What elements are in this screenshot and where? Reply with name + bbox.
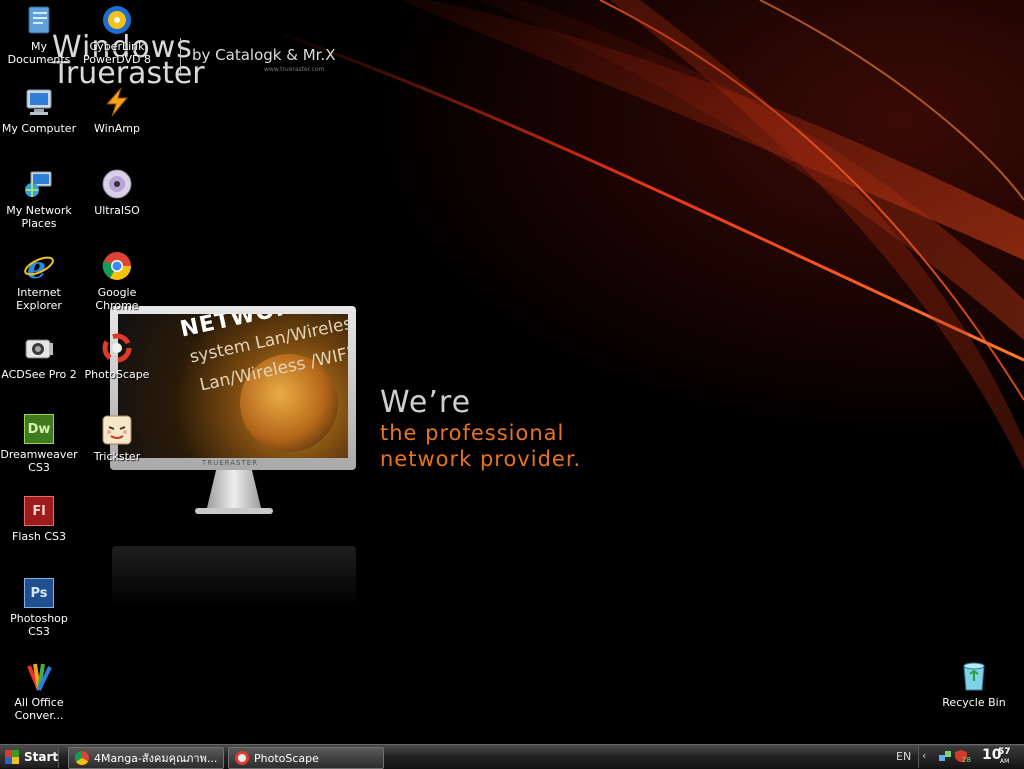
start-button-label: Start [24,750,59,764]
desktop-icon-label: My Network Places [6,204,72,230]
desktop-icon-label: Dreamweaver CS3 [0,448,78,474]
trickster-icon [101,414,133,446]
chrome-icon [75,751,89,765]
folder-documents-icon [23,4,55,36]
desktop-icon-label: WinAmp [94,122,140,135]
dreamweaver-icon: Dw [24,414,54,444]
language-indicator[interactable]: EN [896,750,911,763]
desktop-icon-my-network-places[interactable]: My Network Places [0,168,78,230]
desktop-icon-all-office-converter[interactable]: All Office Conver... [0,660,78,722]
desktop-icon-label: UltraISO [94,204,140,217]
tray-badge: 28 [962,756,971,764]
network-status-icon[interactable] [938,749,952,763]
tagline-professional: the professional [380,421,565,445]
desktop-icon-photoshop[interactable]: Ps Photoshop CS3 [0,578,78,638]
network-icon [23,168,55,200]
windows-flag-icon [5,750,19,764]
desktop-icon-internet-explorer[interactable]: e Internet Explorer [0,250,78,312]
chrome-icon [101,250,133,282]
desktop-icon-label: ACDSee Pro 2 [1,368,77,381]
computer-icon [23,86,55,118]
taskbar-button-label: 4Manga-สังคมคุณภาพ... [94,752,218,765]
desktop-icon-label: PhotoScape [84,368,150,381]
disc-icon [101,168,133,200]
winamp-icon [101,86,133,118]
desktop-icon-winamp[interactable]: WinAmp [78,86,156,135]
brand-by-text: by Catalogk & Mr.X [192,46,336,64]
office-converter-icon [23,660,55,692]
tagline-network-provider: network provider. [380,447,582,471]
monitor-brand-label: TRUERASTER [202,459,259,467]
photoscape-icon [235,751,249,765]
desktop-icon-my-documents[interactable]: My Documents [0,4,78,66]
desktop-icon-label: Flash CS3 [12,530,66,543]
desktop-icon-ultraiso[interactable]: UltraISO [78,168,156,217]
photoshop-icon: Ps [24,578,54,608]
brand-url-text: www.trueraster.com [264,66,325,73]
monitor-stand-base [195,508,273,514]
taskbar-button-photoscape[interactable]: PhotoScape [228,747,384,769]
desktop-icon-my-computer[interactable]: My Computer [0,86,78,135]
internet-explorer-icon: e [23,250,55,282]
clock-minute: 57 [998,747,1011,757]
tagline-were: We’re [380,385,472,420]
desktop-icon-photoscape[interactable]: PhotoScape [78,332,156,381]
desktop-icon-label: Recycle Bin [942,696,1006,709]
start-button[interactable]: Start [0,746,59,768]
dvd-player-icon [101,4,133,36]
clock-ampm: AM [1000,758,1010,765]
desktop-icon-google-chrome[interactable]: Google Chrome [78,250,156,312]
desktop-icon-trickster[interactable]: Trickster [78,414,156,463]
desktop-icon-label: My Computer [1,122,77,135]
taskbar: Start 4Manga-สังคมคุณภาพ... PhotoScape E… [0,744,1024,769]
svg-text:e: e [27,251,46,282]
brand-divider [180,38,181,76]
taskbar-button-label: PhotoScape [254,751,319,765]
flash-glyph: Fl [32,503,46,519]
desktop-icon-label: Internet Explorer [16,286,62,312]
desktop-icon-label: Photoshop CS3 [10,612,68,638]
desktop-icon-label: Trickster [93,450,141,463]
recycle-bin-icon [958,660,990,692]
desktop-icon-acdsee-pro[interactable]: ACDSee Pro 2 [0,332,78,381]
desktop-icon-dreamweaver[interactable]: Dw Dreamweaver CS3 [0,414,78,474]
desktop-icon-label: All Office Conver... [14,696,64,722]
desktop-icon-recycle-bin[interactable]: Recycle Bin [935,660,1013,709]
dreamweaver-glyph: Dw [27,421,51,437]
flash-icon: Fl [24,496,54,526]
taskbar-clock[interactable]: 10 57 AM [982,747,1011,765]
acdsee-icon [23,332,55,364]
monitor-reflection [112,546,356,606]
wallpaper-tagline: We’re the professional network provider. [380,386,581,472]
photoshop-glyph: Ps [30,585,48,601]
desktop-icon-label: CyberLink PowerDVD 8 [82,40,152,66]
show-hidden-icons-chevron-icon[interactable]: ‹ [922,749,926,762]
taskbar-button-chrome-4manga[interactable]: 4Manga-สังคมคุณภาพ... [68,747,224,769]
desktop-icon-label: My Documents [7,40,71,66]
desktop-icon-cyberlink-powerdvd[interactable]: CyberLink PowerDVD 8 [78,4,156,66]
desktop-icon-label: Google Chrome [95,286,139,312]
desktop-icon-flash[interactable]: Fl Flash CS3 [0,496,78,543]
photoscape-icon [101,332,133,364]
